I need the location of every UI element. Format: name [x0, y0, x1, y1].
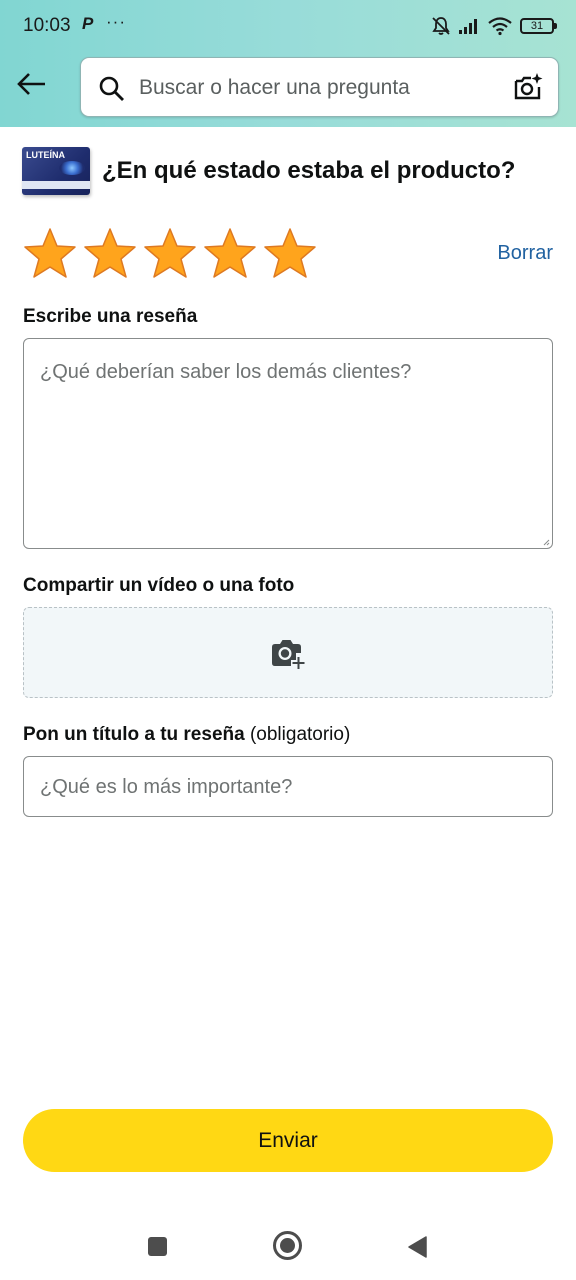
title-placeholder: ¿Qué es lo más importante? — [40, 776, 293, 798]
star-icon[interactable] — [82, 226, 138, 282]
status-bar: 10:03 P ··· 31 — [0, 0, 576, 52]
app-header: 10:03 P ··· 31 Buscar o hacer una pregun… — [0, 0, 576, 127]
system-nav-bar — [0, 1200, 576, 1280]
camera-search-icon[interactable] — [512, 71, 544, 103]
title-label: Pon un título a tu reseña (obligatorio) — [23, 724, 350, 746]
paypal-notification-icon: P — [82, 14, 94, 33]
media-upload-area[interactable] — [23, 607, 553, 698]
add-photo-icon — [272, 640, 305, 669]
star-icon[interactable] — [202, 226, 258, 282]
media-label: Compartir un vídeo o una foto — [23, 575, 295, 596]
review-placeholder: ¿Qué deberían saber los demás clientes? — [40, 361, 412, 383]
star-icon[interactable] — [262, 226, 318, 282]
page-title: ¿En qué estado estaba el producto? — [102, 157, 516, 184]
star-rating[interactable] — [22, 226, 322, 284]
review-label: Escribe una reseña — [23, 306, 198, 327]
search-bar[interactable]: Buscar o hacer una pregunta — [80, 57, 559, 117]
product-eye-graphic — [59, 161, 85, 175]
product-image-label: LUTEÍNA — [26, 150, 65, 160]
product-band — [22, 181, 90, 189]
battery-icon: 31 — [520, 18, 557, 34]
status-time: 10:03 — [23, 15, 71, 36]
mute-bell-icon — [432, 17, 450, 35]
star-icon[interactable] — [142, 226, 198, 282]
title-label-required: (obligatorio) — [249, 724, 351, 745]
back-arrow-icon[interactable] — [16, 68, 48, 100]
wifi-icon — [488, 17, 512, 36]
more-notifications-icon: ··· — [106, 12, 126, 31]
recents-square-icon[interactable] — [148, 1237, 167, 1256]
back-triangle-icon[interactable] — [407, 1236, 427, 1258]
star-icon[interactable] — [22, 226, 78, 282]
title-label-text: Pon un título a tu reseña — [23, 724, 245, 745]
review-title-input[interactable]: ¿Qué es lo más importante? — [23, 756, 553, 817]
search-icon — [99, 76, 124, 101]
review-textarea[interactable]: ¿Qué deberían saber los demás clientes? — [23, 338, 553, 549]
signal-icon — [459, 19, 477, 34]
submit-button[interactable]: Enviar — [23, 1109, 553, 1172]
home-circle-icon[interactable] — [273, 1231, 302, 1260]
resize-grip-icon[interactable] — [542, 538, 550, 546]
clear-rating-link[interactable]: Borrar — [497, 242, 553, 265]
product-thumbnail: LUTEÍNA — [22, 147, 90, 195]
search-input[interactable]: Buscar o hacer una pregunta — [139, 76, 410, 100]
status-icons: 31 — [424, 14, 557, 38]
